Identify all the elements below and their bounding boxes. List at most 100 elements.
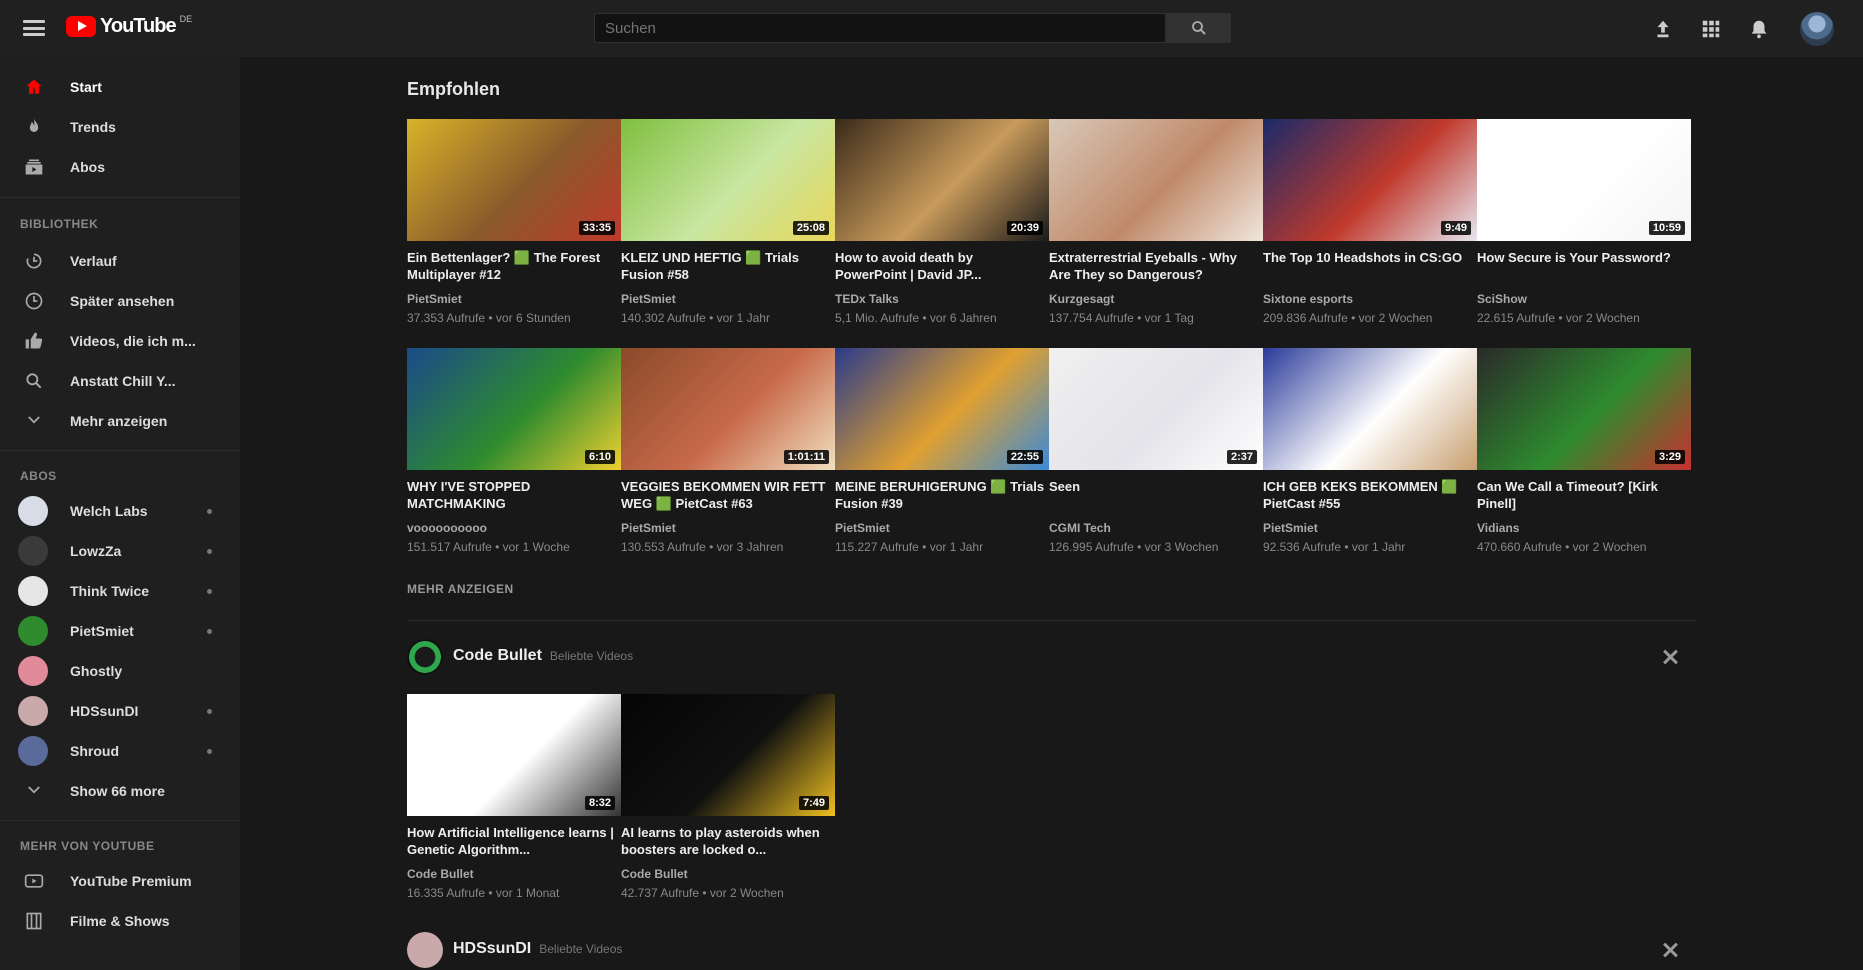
video-channel[interactable]: PietSmiet: [621, 521, 676, 535]
sidebar-sub-think-twice[interactable]: Think Twice: [0, 571, 240, 611]
sidebar-show-more[interactable]: Mehr anzeigen: [0, 401, 240, 441]
sidebar-item-youtube-premium[interactable]: YouTube Premium: [0, 861, 240, 901]
video-title[interactable]: The Top 10 Headshots in CS:GO: [1263, 249, 1473, 266]
video-channel[interactable]: Code Bullet: [621, 867, 688, 881]
sidebar-sub-shroud[interactable]: Shroud: [0, 731, 240, 771]
video-duration: 22:55: [1006, 450, 1043, 464]
video-channel[interactable]: PietSmiet: [835, 521, 890, 535]
video-title[interactable]: VEGGIES BEKOMMEN WIR FETT WEG 🟩 PietCast…: [621, 478, 831, 512]
video-thumbnail[interactable]: 10:59: [1477, 119, 1691, 241]
video-thumbnail[interactable]: 22:55: [835, 348, 1049, 470]
video-thumbnail[interactable]: 8:32: [407, 694, 621, 816]
video-title[interactable]: WHY I'VE STOPPED MATCHMAKING: [407, 478, 617, 512]
video-channel[interactable]: Kurzgesagt: [1049, 292, 1114, 306]
search-input[interactable]: [594, 13, 1166, 43]
video-thumbnail[interactable]: 33:35: [407, 119, 621, 241]
video-title[interactable]: How Artificial Intelligence learns | Gen…: [407, 824, 617, 858]
notifications-button[interactable]: [1746, 16, 1772, 42]
video-card[interactable]: 2:37 Seen CGMI Tech 126.995 Aufrufe • vor 3…: [1049, 348, 1263, 573]
video-thumbnail[interactable]: [1263, 348, 1477, 470]
channel-avatar[interactable]: [407, 639, 443, 675]
subscriptions-icon: [22, 155, 46, 179]
video-card[interactable]: 33:35 Ein Bettenlager? 🟩 The Forest Multi…: [407, 119, 621, 344]
video-thumbnail[interactable]: [1049, 119, 1263, 241]
sidebar-show-more-subscriptions[interactable]: Show 66 more: [0, 771, 240, 811]
chevron-down-icon: [22, 779, 46, 803]
upload-button[interactable]: [1650, 16, 1676, 42]
video-card[interactable]: 6:10 WHY I'VE STOPPED MATCHMAKING vooooooo…: [407, 348, 621, 573]
video-channel[interactable]: SciShow: [1477, 292, 1527, 306]
video-title[interactable]: Extraterrestrial Eyeballs - Why Are They…: [1049, 249, 1259, 283]
sidebar-item-verlauf[interactable]: Verlauf: [0, 241, 240, 281]
video-card[interactable]: 20:39 How to avoid death by PowerPoint | …: [835, 119, 1049, 344]
video-thumbnail[interactable]: 2:37: [1049, 348, 1263, 470]
video-card[interactable]: 25:08 KLEIZ UND HEFTIG 🟩 Trials Fusion #5…: [621, 119, 835, 344]
sidebar-item-films-shows[interactable]: Filme & Shows: [0, 901, 240, 941]
search-button[interactable]: [1166, 13, 1231, 43]
sidebar-sub-welch-labs[interactable]: Welch Labs: [0, 491, 240, 531]
account-avatar[interactable]: [1800, 12, 1834, 46]
video-title[interactable]: How to avoid death by PowerPoint | David…: [835, 249, 1045, 283]
video-thumbnail[interactable]: 25:08: [621, 119, 835, 241]
sidebar-item-abos[interactable]: Abos: [0, 147, 240, 187]
sidebar-item-label: Mehr anzeigen: [70, 413, 168, 429]
sidebar-item-trends[interactable]: Trends: [0, 107, 240, 147]
video-card[interactable]: 1:01:11 VEGGIES BEKOMMEN WIR FETT WEG 🟩 P…: [621, 348, 835, 573]
sidebar-sub-lowzza[interactable]: LowzZa: [0, 531, 240, 571]
video-thumbnail[interactable]: 6:10: [407, 348, 621, 470]
video-title[interactable]: Seen: [1049, 478, 1259, 495]
shelf-channel-name[interactable]: Code Bullet Beliebte Videos: [453, 647, 633, 665]
video-meta: 151.517 Aufrufe • vor 1 Woche: [407, 540, 570, 554]
video-title[interactable]: Ein Bettenlager? 🟩 The Forest Multiplaye…: [407, 249, 617, 283]
video-title[interactable]: AI learns to play asteroids when booster…: [621, 824, 831, 858]
video-channel[interactable]: Vidians: [1477, 521, 1519, 535]
youtube-logo[interactable]: YouTube DE: [66, 14, 192, 38]
sidebar-sub-hdssundi[interactable]: HDSsunDI: [0, 691, 240, 731]
video-duration: 10:59: [1648, 221, 1685, 235]
video-channel[interactable]: voooooooooo: [407, 521, 487, 535]
video-card[interactable]: 10:59 How Secure is Your Password? SciShow…: [1477, 119, 1691, 344]
new-content-dot: [207, 549, 212, 554]
video-duration: 7:49: [798, 796, 829, 810]
video-thumbnail[interactable]: 1:01:11: [621, 348, 835, 470]
video-channel[interactable]: CGMI Tech: [1049, 521, 1111, 535]
sidebar-sub-pietsmiet[interactable]: PietSmiet: [0, 611, 240, 651]
sidebar-sub-ghostly[interactable]: Ghostly: [0, 651, 240, 691]
video-channel[interactable]: PietSmiet: [407, 292, 462, 306]
video-thumbnail[interactable]: 20:39: [835, 119, 1049, 241]
video-channel[interactable]: TEDx Talks: [835, 292, 899, 306]
close-icon[interactable]: [1660, 647, 1680, 667]
video-duration: 6:10: [584, 450, 615, 464]
video-channel[interactable]: PietSmiet: [621, 292, 676, 306]
video-thumbnail[interactable]: 9:49: [1263, 119, 1477, 241]
apps-button[interactable]: [1698, 16, 1724, 42]
more-from-youtube-heading: MEHR VON YOUTUBE: [20, 839, 155, 853]
menu-icon[interactable]: [22, 16, 46, 40]
sidebar-item-watch-later[interactable]: Später ansehen: [0, 281, 240, 321]
video-card[interactable]: Extraterrestrial Eyeballs - Why Are They…: [1049, 119, 1263, 344]
video-card[interactable]: 9:49 The Top 10 Headshots in CS:GO Sixtone…: [1263, 119, 1477, 344]
video-thumbnail[interactable]: 7:49: [621, 694, 835, 816]
show-more-button[interactable]: MEHR ANZEIGEN: [407, 582, 514, 596]
sidebar-item-liked-videos[interactable]: Videos, die ich m...: [0, 321, 240, 361]
video-card[interactable]: 8:32 How Artificial Intelligence learns |…: [407, 694, 621, 919]
shelf-channel-name[interactable]: HDSsunDI Beliebte Videos: [453, 940, 622, 958]
video-channel[interactable]: Sixtone esports: [1263, 292, 1353, 306]
video-card[interactable]: 7:49 AI learns to play asteroids when boo…: [621, 694, 835, 919]
video-card[interactable]: 3:29 Can We Call a Timeout? [Kirk Pinell]…: [1477, 348, 1691, 573]
sidebar-item-playlist[interactable]: Anstatt Chill Y...: [0, 361, 240, 401]
sidebar-item-start[interactable]: Start: [0, 67, 240, 107]
video-channel[interactable]: Code Bullet: [407, 867, 474, 881]
video-card[interactable]: ICH GEB KEKS BEKOMMEN 🟩 PietCast #55 Piet…: [1263, 348, 1477, 573]
video-title[interactable]: MEINE BERUHIGERUNG 🟩 Trials Fusion #39: [835, 478, 1045, 512]
video-card[interactable]: 22:55 MEINE BERUHIGERUNG 🟩 Trials Fusion …: [835, 348, 1049, 573]
video-channel[interactable]: PietSmiet: [1263, 521, 1318, 535]
close-icon[interactable]: [1660, 940, 1680, 960]
video-title[interactable]: How Secure is Your Password?: [1477, 249, 1687, 266]
video-title[interactable]: Can We Call a Timeout? [Kirk Pinell]: [1477, 478, 1687, 512]
video-title[interactable]: KLEIZ UND HEFTIG 🟩 Trials Fusion #58: [621, 249, 831, 283]
video-thumbnail[interactable]: 3:29: [1477, 348, 1691, 470]
channel-avatar[interactable]: [407, 932, 443, 968]
video-meta: 126.995 Aufrufe • vor 3 Wochen: [1049, 540, 1219, 554]
video-title[interactable]: ICH GEB KEKS BEKOMMEN 🟩 PietCast #55: [1263, 478, 1473, 512]
